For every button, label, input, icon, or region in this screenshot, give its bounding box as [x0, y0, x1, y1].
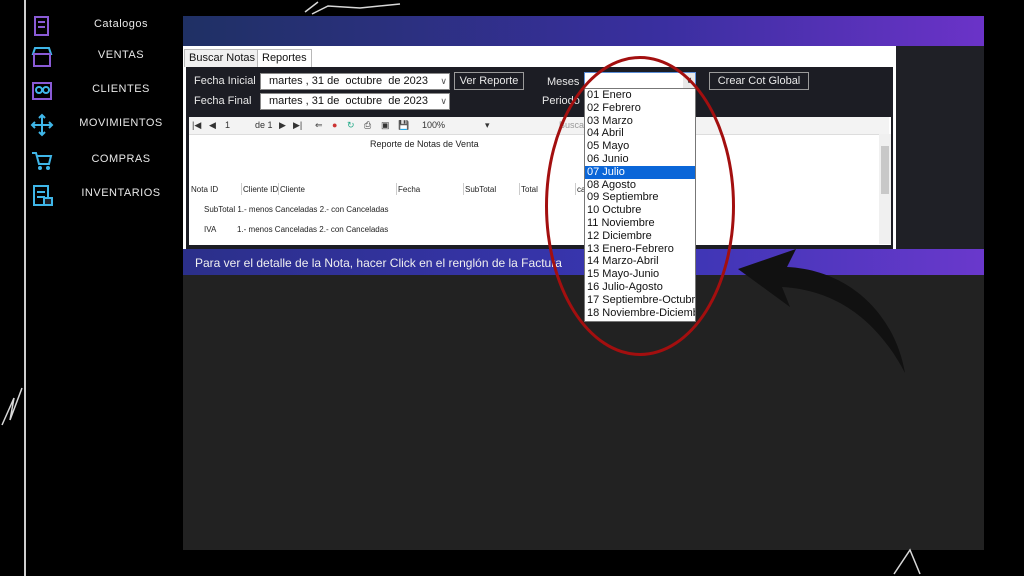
column-separator: [575, 183, 576, 195]
sidebar-item-clientes[interactable]: CLIENTES: [28, 77, 178, 105]
sidebar-item-compras[interactable]: COMPRAS: [28, 147, 178, 175]
page-number-input[interactable]: 1: [225, 120, 230, 130]
sidebar-item-label: COMPRAS: [91, 153, 151, 165]
sidebar-item-label: VENTAS: [97, 49, 145, 61]
column-header: Nota ID: [191, 185, 219, 194]
sidebar-item-label: CLIENTES: [92, 83, 150, 95]
decorative-scribble: [1, 387, 23, 426]
report-title: Reporte de Notas de Venta: [370, 139, 479, 149]
search-report-input[interactable]: Buscar: [559, 120, 587, 130]
sidebar-item-catalogos[interactable]: Catalogos: [28, 12, 178, 40]
last-page-icon[interactable]: ▶|: [293, 120, 302, 131]
meses-option[interactable]: 14 Marzo-Abril: [585, 255, 695, 268]
first-page-icon[interactable]: |◀: [192, 120, 201, 131]
customers-icon: [32, 82, 52, 100]
page-count: de 1: [255, 120, 273, 130]
column-header: Total: [521, 185, 538, 194]
decorative-scribble: [893, 548, 921, 575]
column-separator: [278, 183, 279, 195]
refresh-icon[interactable]: ↻: [347, 120, 355, 131]
catalog-icon: [34, 16, 49, 36]
report-toolbar: |◀ ◀ 1 de 1 ▶ ▶| ⇐ ● ↻ ⎙ ▣ 💾 100% ▾ Busc…: [189, 117, 889, 135]
meses-option[interactable]: 04 Abril: [585, 127, 695, 140]
meses-option[interactable]: 01 Enero: [585, 89, 695, 102]
meses-option[interactable]: 10 Octubre: [585, 204, 695, 217]
meses-option[interactable]: 06 Junio: [585, 153, 695, 166]
sidebar-divider: [24, 0, 26, 576]
meses-option[interactable]: 18 Noviembre-Diciembre: [585, 307, 695, 320]
decorative-scribble: [304, 1, 401, 15]
report-viewer: |◀ ◀ 1 de 1 ▶ ▶| ⇐ ● ↻ ⎙ ▣ 💾 100% ▾ Busc…: [189, 117, 891, 245]
column-header: SubTotal: [465, 185, 497, 194]
store-icon: [31, 47, 53, 67]
meses-option[interactable]: 16 Julio-Agosto: [585, 281, 695, 294]
prev-page-icon[interactable]: ◀: [209, 120, 216, 131]
sidebar-item-movimientos[interactable]: MOVIMIENTOS: [28, 111, 178, 139]
meses-option[interactable]: 09 Septiembre: [585, 191, 695, 204]
meses-dropdown-list[interactable]: 01 Enero 02 Febrero 03 Marzo 04 Abril 05 May…: [584, 88, 696, 322]
sidebar-item-label: Catalogos: [93, 18, 149, 30]
annotation-arrow-icon: [738, 249, 905, 373]
meses-combobox[interactable]: ∨: [584, 72, 696, 89]
zoom-chevron-icon[interactable]: ▾: [485, 120, 490, 131]
meses-option[interactable]: 13 Enero-Febrero: [585, 243, 695, 256]
meses-option[interactable]: 15 Mayo-Junio: [585, 268, 695, 281]
column-separator: [396, 183, 397, 195]
meses-option[interactable]: 17 Septiembre-Octubre: [585, 294, 695, 307]
move-icon: [30, 113, 54, 137]
meses-option[interactable]: 11 Noviembre: [585, 217, 695, 230]
column-header: Cliente: [280, 185, 305, 194]
meses-option[interactable]: 12 Diciembre: [585, 230, 695, 243]
subtotal-line: SubTotal 1.- menos Canceladas 2.- con Ca…: [204, 205, 389, 214]
zoom-select[interactable]: 100%: [422, 120, 445, 130]
report-scrollbar[interactable]: [879, 134, 891, 244]
sidebar-item-label: MOVIMIENTOS: [79, 117, 163, 129]
column-header: Fecha: [398, 185, 421, 194]
sidebar-item-inventarios[interactable]: INVENTARIOS: [28, 181, 178, 209]
next-page-icon[interactable]: ▶: [279, 120, 286, 131]
page-layout-icon[interactable]: ▣: [381, 120, 390, 131]
print-icon[interactable]: ⎙: [364, 120, 371, 131]
iva-line: 1.- menos Canceladas 2.- con Canceladas: [237, 225, 389, 234]
scrollbar-thumb[interactable]: [881, 146, 889, 194]
column-separator: [241, 183, 242, 195]
sidebar-item-label: INVENTARIOS: [81, 187, 161, 199]
chevron-down-icon[interactable]: ∨: [683, 73, 695, 88]
meses-option[interactable]: 08 Agosto: [585, 179, 695, 192]
meses-option[interactable]: 02 Febrero: [585, 102, 695, 115]
inventory-icon: [33, 185, 53, 206]
export-icon[interactable]: 💾: [398, 120, 409, 131]
sidebar: Catalogos VENTAS CLIENTES MOVIMIENTOS CO…: [0, 0, 170, 576]
back-icon[interactable]: ⇐: [315, 120, 323, 131]
cart-icon: [32, 152, 53, 170]
column-separator: [519, 183, 520, 195]
column-header: Cliente ID: [243, 185, 279, 194]
meses-option[interactable]: 05 Mayo: [585, 140, 695, 153]
iva-label: IVA: [204, 225, 217, 234]
sidebar-item-ventas[interactable]: VENTAS: [28, 43, 178, 71]
meses-option[interactable]: 03 Marzo: [585, 115, 695, 128]
meses-option[interactable]: 07 Julio: [585, 165, 695, 179]
column-separator: [463, 183, 464, 195]
stop-icon[interactable]: ●: [332, 120, 337, 130]
